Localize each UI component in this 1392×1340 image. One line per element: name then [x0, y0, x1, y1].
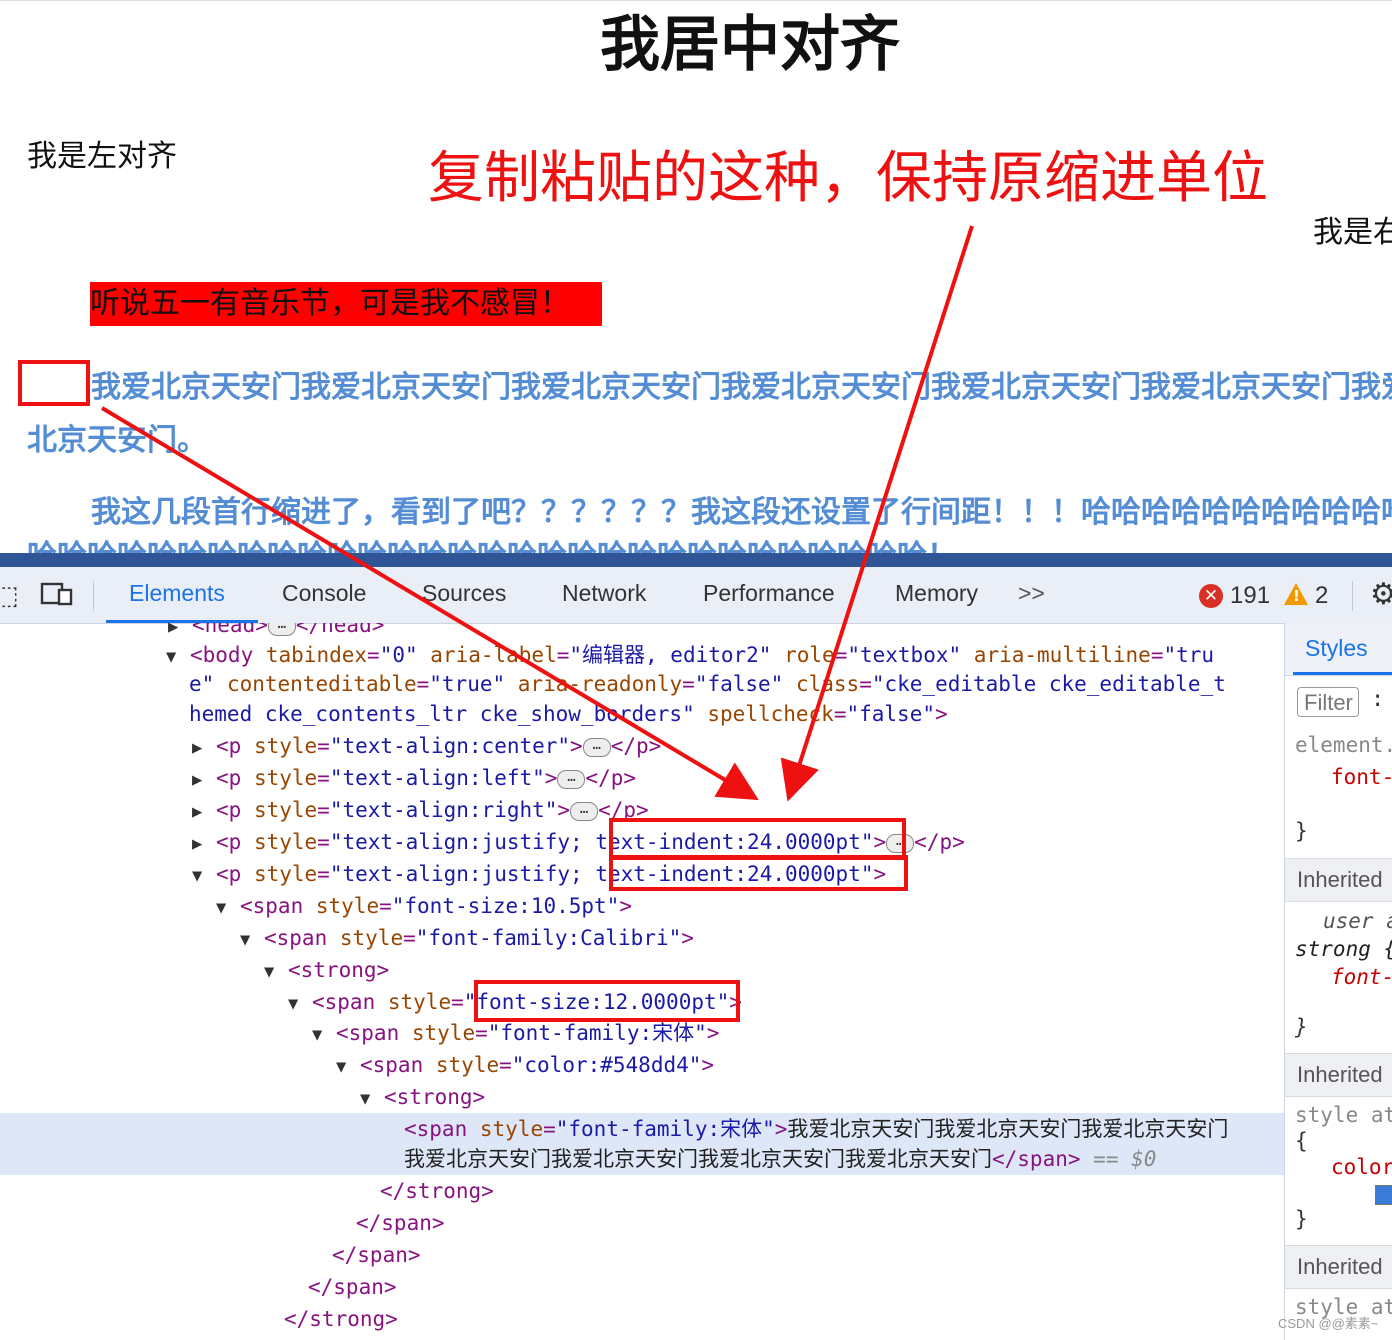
- dom-node-selected-span[interactable]: <span style="font-family:宋体">我爱北京天安门我爱北京…: [404, 1113, 1228, 1145]
- editor-content: 我居中对齐 我是左对齐 我是右对齐 听说五一有音乐节，可是我不感冒！ 我爱北京天…: [0, 0, 1392, 554]
- dom-node-p-left[interactable]: ▶ <p style="text-align:left">… </p>: [192, 762, 636, 794]
- dom-node-span-color[interactable]: ▼ <span style="color:#548dd4">: [336, 1049, 714, 1081]
- dom-node-strong-1[interactable]: ▼ <strong>: [264, 954, 389, 986]
- styles-tabbar: Styles: [1285, 623, 1392, 676]
- style-prop-font[interactable]: font-: [1331, 765, 1392, 789]
- annotation-indent-box: [18, 360, 90, 406]
- dom-close-span-songti[interactable]: </span>: [332, 1239, 421, 1271]
- dom-node-strong-2[interactable]: ▼ <strong>: [360, 1081, 485, 1113]
- dom-node-body-cont1: e" contenteditable="true" aria-readonly=…: [189, 672, 1226, 696]
- tab-console[interactable]: Console: [282, 580, 366, 607]
- brace-close: }: [1295, 819, 1308, 843]
- warning-count[interactable]: 2: [1315, 582, 1328, 610]
- paragraph-right[interactable]: 我是右对齐: [1313, 207, 1392, 251]
- annotation-box-fontsize: [474, 980, 740, 1022]
- toolbar-separator: [93, 581, 94, 611]
- paragraph-center[interactable]: 我居中对齐: [0, 7, 1392, 83]
- filter-options-icon[interactable]: :: [1371, 687, 1384, 712]
- style-prop-color[interactable]: color: [1331, 1155, 1392, 1179]
- dom-node-span-calibri[interactable]: ▼ <span style="font-family:Calibri">: [240, 922, 694, 954]
- devtools-resize-bar[interactable]: [0, 553, 1392, 567]
- tab-sources[interactable]: Sources: [422, 580, 506, 607]
- more-tabs-button[interactable]: >>: [1018, 580, 1045, 607]
- watermark: CSDN @@素素~: [1278, 1316, 1379, 1331]
- tab-network[interactable]: Network: [562, 580, 646, 607]
- inherited-header-1: Inherited: [1285, 858, 1392, 902]
- error-icon[interactable]: ✕: [1199, 584, 1223, 608]
- annotation-box-indent-2: [609, 855, 908, 891]
- devtools-panel: ⬚ Elements Console Sources Network Perfo…: [0, 553, 1392, 1340]
- style-prop-font-2[interactable]: font-: [1331, 965, 1392, 989]
- style-attribute-label: style at: [1295, 1103, 1392, 1127]
- devtools-tabbar: ⬚ Elements Console Sources Network Perfo…: [0, 567, 1392, 624]
- gear-icon[interactable]: ⚙: [1370, 577, 1392, 612]
- annotation-box-indent-1: [609, 818, 906, 860]
- paragraph-indented-1[interactable]: 我爱北京天安门我爱北京天安门我爱北京天安门我爱北京天安门我爱北京天安门我爱北京天…: [27, 361, 1392, 467]
- dom-node-span-fontsize[interactable]: ▼ <span style="font-size:10.5pt">: [216, 890, 632, 922]
- paragraph-highlight[interactable]: 听说五一有音乐节，可是我不感冒！: [90, 282, 602, 326]
- styles-filter-input[interactable]: Filter: [1297, 687, 1359, 717]
- styles-pane: Styles Filter : element. font- } Inherit…: [1284, 623, 1392, 1340]
- brace-close: }: [1295, 1015, 1308, 1039]
- dom-node-p-right[interactable]: ▶ <p style="text-align:right">… </p>: [192, 794, 649, 826]
- inspect-icon[interactable]: ⬚: [0, 581, 19, 611]
- dom-node-p-center[interactable]: ▶ <p style="text-align:center">… </p>: [192, 730, 661, 762]
- paragraph-indented-2[interactable]: 我这几段首行缩进了，看到了吧？？？？？？我这段还设置了行间距！！！哈哈哈哈哈哈哈…: [27, 491, 1392, 554]
- paragraph-left[interactable]: 我是左对齐: [27, 131, 177, 175]
- dom-node-selected-span-cont[interactable]: 我爱北京天安门我爱北京天安门我爱北京天安门我爱北京天安门</span> == $…: [404, 1143, 1156, 1175]
- dom-close-strong-1[interactable]: </strong>: [284, 1303, 398, 1335]
- dom-close-span-color[interactable]: </span>: [356, 1207, 445, 1239]
- annotation-text: 复制粘贴的这种，保持原缩进单位: [428, 146, 1268, 211]
- inherited-header-2: Inherited: [1285, 1053, 1392, 1097]
- dom-node-body-cont2: hemed cke_contents_ltr cke_show_borders"…: [189, 702, 948, 726]
- tab-elements[interactable]: Elements: [129, 580, 225, 607]
- toolbar-separator: [1352, 581, 1353, 611]
- strong-selector[interactable]: strong {: [1295, 937, 1392, 961]
- device-toggle-icon[interactable]: [40, 581, 74, 614]
- dom-close-span-12pt[interactable]: </span>: [308, 1271, 397, 1303]
- color-swatch[interactable]: [1375, 1185, 1392, 1205]
- dom-close-strong-2[interactable]: </strong>: [380, 1175, 494, 1207]
- error-count[interactable]: 191: [1230, 582, 1270, 610]
- tab-styles[interactable]: Styles: [1305, 635, 1368, 662]
- styles-tab-indicator: [1293, 672, 1392, 675]
- tab-performance[interactable]: Performance: [703, 580, 835, 607]
- tab-memory[interactable]: Memory: [895, 580, 978, 607]
- element-style-selector[interactable]: element.: [1295, 733, 1392, 757]
- user-agent-label: user a: [1323, 909, 1392, 933]
- inherited-header-3: Inherited: [1285, 1245, 1392, 1289]
- brace-close: }: [1295, 1207, 1308, 1231]
- brace-open: {: [1295, 1129, 1308, 1153]
- dom-node-body[interactable]: ▼ <body tabindex="0" aria-label="编辑器, edi…: [166, 639, 1214, 671]
- warning-mark: !: [1293, 587, 1300, 605]
